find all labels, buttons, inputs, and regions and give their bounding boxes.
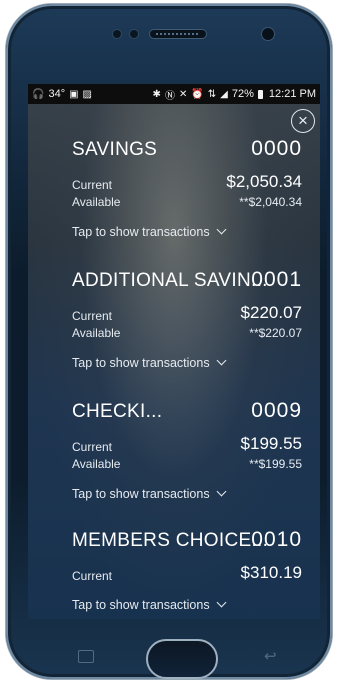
close-button[interactable]: × <box>291 109 315 133</box>
chevron-down-icon <box>216 597 227 608</box>
hardware-keys: ↩ <box>6 619 332 679</box>
nfc-icon: Ⓝ <box>164 90 175 102</box>
mute-icon: ✕ <box>178 88 188 100</box>
account-number: 0009 <box>251 399 302 422</box>
current-label: Current <box>72 178 113 192</box>
account-number: 0010 <box>251 528 302 551</box>
status-bar: 🎧 34° ▣ ▨ ✱ Ⓝ ✕ ⏰ ⇅ ◢ 72% 12:21 PM <box>28 84 320 104</box>
show-transactions-label: Tap to show transactions <box>72 225 210 239</box>
current-balance: $199.55 <box>240 434 302 453</box>
chevron-down-icon <box>216 224 227 235</box>
status-time: 12:21 PM <box>268 88 316 100</box>
available-balance: **$199.55 <box>249 457 302 471</box>
current-label: Current <box>72 569 113 583</box>
current-balance: $310.19 <box>240 563 302 582</box>
account-name: ADDITIONAL SAVIN... <box>72 270 268 291</box>
app-screen: 🎧 34° ▣ ▨ ✱ Ⓝ ✕ ⏰ ⇅ ◢ 72% 12:21 PM × SAV… <box>28 84 320 619</box>
close-icon: × <box>298 111 308 130</box>
show-transactions-toggle[interactable]: Tap to show transactions <box>72 597 227 612</box>
network-icon: ⇅ <box>207 88 217 100</box>
show-transactions-label: Tap to show transactions <box>72 487 210 501</box>
show-transactions-label: Tap to show transactions <box>72 598 210 612</box>
account-name: MEMBERS CHOICE... <box>72 530 269 551</box>
earpiece-speaker <box>150 30 206 38</box>
light-sensor <box>130 30 138 38</box>
available-label: Available <box>72 326 121 340</box>
account-name: SAVINGS <box>72 139 158 160</box>
account-card-checking[interactable]: CHECKI... 0009 Current $199.55 Available… <box>72 399 302 501</box>
chevron-down-icon <box>216 355 227 366</box>
available-balance: **$2,040.34 <box>239 195 302 209</box>
account-card-additional-savings[interactable]: ADDITIONAL SAVIN... 0001 Current $220.07… <box>72 268 302 370</box>
show-transactions-toggle[interactable]: Tap to show transactions <box>72 486 227 501</box>
headphones-icon: 🎧 <box>32 88 45 100</box>
image-icon: ▣ <box>69 88 79 100</box>
battery-icon <box>257 89 263 99</box>
home-button[interactable] <box>146 639 218 679</box>
signal-icon: ◢ <box>220 88 228 100</box>
available-balance: **$220.07 <box>249 326 302 340</box>
available-label: Available <box>72 195 121 209</box>
battery-percent: 72% <box>231 88 254 100</box>
temperature-readout: 34° <box>48 88 66 100</box>
current-balance: $2,050.34 <box>226 172 302 191</box>
back-icon[interactable]: ↩ <box>264 647 277 665</box>
account-name: CHECKI... <box>72 401 163 422</box>
chevron-down-icon <box>216 486 227 497</box>
bluetooth-icon: ✱ <box>152 88 161 100</box>
account-card-savings[interactable]: SAVINGS 0000 Current $2,050.34 Available… <box>72 137 302 239</box>
recent-apps-icon[interactable] <box>78 650 94 663</box>
show-transactions-label: Tap to show transactions <box>72 356 210 370</box>
account-number: 0000 <box>251 137 302 160</box>
current-label: Current <box>72 440 113 454</box>
show-transactions-toggle[interactable]: Tap to show transactions <box>72 224 227 239</box>
phone-frame: 🎧 34° ▣ ▨ ✱ Ⓝ ✕ ⏰ ⇅ ◢ 72% 12:21 PM × SAV… <box>6 4 332 679</box>
alarm-icon: ⏰ <box>191 88 204 100</box>
account-number: 0001 <box>251 268 302 291</box>
account-card-members-choice[interactable]: MEMBERS CHOICE... 0010 Current $310.19 T… <box>72 528 302 612</box>
front-camera <box>262 28 274 40</box>
current-label: Current <box>72 309 113 323</box>
current-balance: $220.07 <box>240 303 302 322</box>
proximity-sensor <box>113 30 121 38</box>
show-transactions-toggle[interactable]: Tap to show transactions <box>72 355 227 370</box>
available-label: Available <box>72 457 121 471</box>
photo-icon: ▨ <box>82 88 92 100</box>
